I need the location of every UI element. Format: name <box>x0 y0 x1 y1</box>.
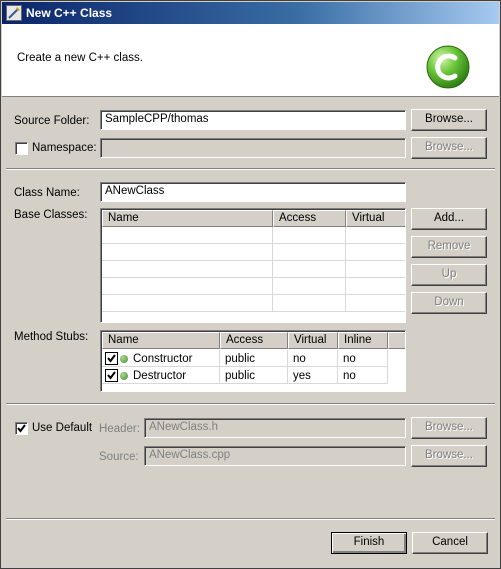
new-cpp-class-dialog: New C++ Class Create a new C++ class. So… <box>0 0 501 569</box>
move-down-button[interactable]: Down <box>411 292 487 314</box>
method-inline: no <box>338 367 388 384</box>
base-classes-label: Base Classes: <box>14 209 88 221</box>
method-stubs-table[interactable]: Name Access Virtual Inline Constructor p… <box>100 330 406 392</box>
source-file-field[interactable]: ANewClass.cpp <box>144 446 406 466</box>
wizard-banner: Create a new C++ class. <box>2 24 499 97</box>
separator <box>6 518 495 520</box>
class-name-field[interactable]: ANewClass <box>100 182 406 202</box>
wizard-description: Create a new C++ class. <box>17 52 143 64</box>
header-label: Header: <box>99 423 140 435</box>
method-virtual: yes <box>288 367 338 384</box>
header-browse-button[interactable]: Browse... <box>411 417 487 439</box>
column-header-virtual[interactable]: Virtual <box>346 210 405 227</box>
empty-row <box>102 244 405 261</box>
source-folder-browse-button[interactable]: Browse... <box>411 109 487 131</box>
empty-row <box>102 295 405 312</box>
use-default-label: Use Default <box>32 422 93 434</box>
table-row[interactable]: Destructor public yes no <box>102 367 388 384</box>
use-default-checkbox[interactable] <box>15 422 28 435</box>
move-up-button[interactable]: Up <box>411 264 487 286</box>
column-header-access[interactable]: Access <box>220 332 288 349</box>
method-name: Destructor <box>133 369 187 382</box>
method-stubs-header: Name Access Virtual Inline <box>102 332 405 349</box>
namespace-checkbox[interactable] <box>15 142 28 155</box>
column-header-virtual[interactable]: Virtual <box>288 332 338 349</box>
column-header-filler <box>388 332 405 349</box>
empty-row <box>102 278 405 295</box>
remove-base-class-button[interactable]: Remove <box>411 236 487 258</box>
separator <box>6 403 495 405</box>
base-classes-header: Name Access Virtual <box>102 210 405 227</box>
class-name-label: Class Name: <box>14 187 80 199</box>
add-base-class-button[interactable]: Add... <box>411 208 487 230</box>
method-name: Constructor <box>133 352 193 365</box>
cancel-button[interactable]: Cancel <box>412 532 488 554</box>
wizard-icon <box>6 5 22 21</box>
namespace-browse-button[interactable]: Browse... <box>411 137 487 159</box>
separator <box>6 168 495 170</box>
table-row[interactable]: Constructor public no no <box>102 350 388 367</box>
method-stubs-label: Method Stubs: <box>14 331 89 343</box>
title-bar: New C++ Class <box>2 2 499 24</box>
empty-row <box>102 227 405 244</box>
source-browse-button[interactable]: Browse... <box>411 445 487 467</box>
namespace-label: Namespace: <box>32 142 97 154</box>
window-title: New C++ Class <box>26 6 113 20</box>
green-method-dot-icon <box>120 371 128 380</box>
method-virtual: no <box>288 350 338 367</box>
method-inline: no <box>338 350 388 367</box>
source-folder-field[interactable]: SampleCPP/thomas <box>100 110 406 130</box>
method-access: public <box>220 367 288 384</box>
source-folder-label: Source Folder: <box>14 115 90 127</box>
finish-button[interactable]: Finish <box>331 532 407 554</box>
green-method-dot-icon <box>120 354 128 363</box>
column-header-access[interactable]: Access <box>273 210 346 227</box>
namespace-field[interactable] <box>100 138 406 158</box>
cpp-logo-icon <box>425 44 471 90</box>
method-access: public <box>220 350 288 367</box>
source-label: Source: <box>99 451 139 463</box>
column-header-inline[interactable]: Inline <box>338 332 388 349</box>
column-header-name[interactable]: Name <box>102 332 220 349</box>
destructor-checkbox[interactable] <box>105 369 118 382</box>
base-classes-table[interactable]: Name Access Virtual <box>100 208 406 323</box>
empty-row <box>102 261 405 278</box>
column-header-name[interactable]: Name <box>102 210 273 227</box>
header-file-field[interactable]: ANewClass.h <box>144 418 406 438</box>
constructor-checkbox[interactable] <box>105 352 118 365</box>
